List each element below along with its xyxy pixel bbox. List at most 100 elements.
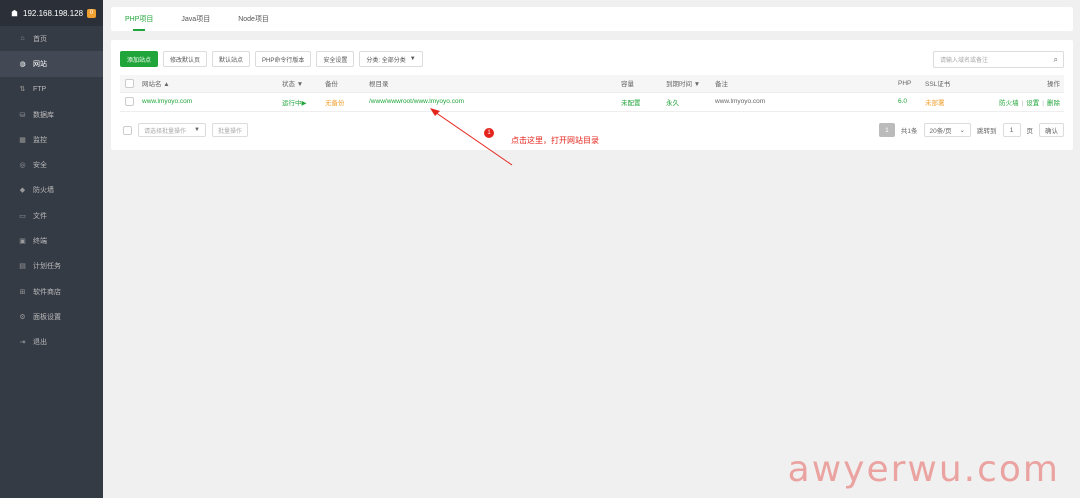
tab-node[interactable]: Node项目 — [224, 7, 283, 31]
category-dropdown[interactable]: 分类: 全部分类 ▼ — [359, 51, 423, 67]
modify-default-page-button[interactable]: 修改默认页 — [163, 51, 208, 67]
sidebar-item-monitor[interactable]: ▦ 监控 — [0, 127, 103, 152]
watermark: awyerwu.com — [787, 449, 1060, 490]
sidebar-item-label: 安全 — [33, 162, 47, 170]
search-placeholder: 请输入域名或备注 — [940, 58, 989, 64]
goto-label: 跳转到 — [977, 128, 997, 135]
logout-icon: ⇥ — [19, 339, 26, 347]
apps-icon: ⊞ — [19, 288, 26, 296]
server-header: 192.168.198.128 0 — [0, 0, 103, 26]
sidebar-item-apps[interactable]: ⊞ 软件商店 — [0, 279, 103, 304]
calendar-icon: ▤ — [19, 263, 26, 271]
sidebar-item-label: 数据库 — [33, 111, 54, 119]
settings-link[interactable]: 设置 — [1026, 100, 1039, 107]
sidebar-item-home[interactable]: ⌂ 首页 — [0, 26, 103, 51]
default-site-button[interactable]: 默认站点 — [212, 51, 251, 67]
sidebar-item-label: 首页 — [33, 35, 47, 43]
sidebar-item-label: 终端 — [33, 238, 47, 246]
sidebar-item-label: 退出 — [33, 339, 47, 347]
chevron-down-icon: ⌄ — [959, 127, 965, 134]
php-cli-version-button[interactable]: PHP命令行版本 — [255, 51, 312, 67]
sidebar-item-logout[interactable]: ⇥ 退出 — [0, 330, 103, 355]
sidebar-item-globe[interactable]: ◍ 网站 — [0, 51, 103, 77]
project-tabs: PHP项目 Java项目 Node项目 — [111, 7, 1073, 31]
sidebar-item-gear[interactable]: ⚙ 面板设置 — [0, 304, 103, 329]
home-icon: ⌂ — [20, 35, 25, 43]
gear-icon: ⚙ — [19, 313, 26, 321]
chevron-down-icon: ▼ — [409, 56, 416, 62]
footer-checkbox[interactable] — [123, 125, 132, 135]
col-backup: 备份 — [325, 75, 369, 93]
backup-status[interactable]: 无备份 — [325, 92, 369, 112]
delete-link[interactable]: 删除 — [1047, 100, 1060, 107]
sidebar-item-ftp[interactable]: ⇅ FTP — [0, 77, 103, 102]
tab-java[interactable]: Java项目 — [167, 7, 224, 31]
sidebar-item-label: 网站 — [33, 60, 47, 68]
col-actions: 操作 — [975, 75, 1064, 93]
annotation-text: 点击这里，打开网站目录 — [511, 136, 599, 145]
col-note: 备注 — [715, 75, 898, 93]
terminal-icon: ▣ — [19, 238, 26, 246]
sidebar: 192.168.198.128 0 ⌂ 首页 ◍ 网站 ⇅ FTP ⛁ 数据库 ▦ 监控 ◎ 安全 ◆ 防… — [0, 0, 103, 498]
per-page-select[interactable]: 20条/页 ⌄ — [923, 123, 971, 137]
site-list-panel: 添加站点 修改默认页 默认站点 PHP命令行版本 安全设置 分类: 全部分类 ▼ … — [111, 40, 1073, 150]
capacity-value[interactable]: 未配置 — [621, 92, 666, 112]
sidebar-item-calendar[interactable]: ▤ 计划任务 — [0, 254, 103, 279]
col-capacity: 容量 — [621, 75, 666, 93]
page-current[interactable]: 1 — [878, 123, 895, 137]
shield-icon: ◎ — [19, 162, 26, 170]
sidebar-item-folder[interactable]: ▭ 文件 — [0, 203, 103, 228]
security-settings-button[interactable]: 安全设置 — [316, 51, 355, 67]
sidebar-item-label: 文件 — [33, 212, 47, 220]
globe-icon: ◍ — [19, 60, 26, 68]
row-actions: 防火墙 | 设置 | 删除 — [975, 92, 1064, 112]
page-unit: 页 — [1026, 128, 1034, 135]
table-row: www.lmyoyo.com 运行中▶ 无备份 /www/wwwroot/www… — [120, 92, 1064, 112]
note-value[interactable]: www.lmyoyo.com — [715, 92, 898, 112]
col-ssl: SSL证书 — [925, 75, 975, 93]
sidebar-item-label: 计划任务 — [33, 263, 61, 271]
col-site-name[interactable]: 网站名 ▲ — [142, 75, 282, 93]
sidebar-item-label: FTP — [33, 85, 47, 93]
folder-icon: ▭ — [19, 212, 26, 220]
ssl-status[interactable]: 未部署 — [925, 92, 975, 112]
row-checkbox[interactable] — [125, 97, 134, 106]
site-link[interactable]: www.lmyoyo.com — [142, 92, 282, 112]
col-expiry[interactable]: 到期时间 ▼ — [666, 75, 715, 93]
annotation-step-badge: 1 — [484, 128, 494, 138]
batch-operation-button[interactable]: 批量操作 — [211, 123, 248, 137]
firewall-link[interactable]: 防火墙 — [999, 100, 1019, 107]
pagination: 1 共1条 20条/页 ⌄ 跳转到 1 页 确认 — [878, 123, 1064, 137]
search-icon[interactable]: ⌕ — [1054, 55, 1058, 65]
status-running[interactable]: 运行中▶ — [282, 92, 325, 112]
sidebar-item-label: 防火墙 — [33, 187, 54, 195]
notification-badge[interactable]: 0 — [87, 8, 97, 18]
sidebar-item-shield[interactable]: ◎ 安全 — [0, 152, 103, 177]
col-status[interactable]: 状态 ▼ — [282, 75, 325, 93]
search-input[interactable]: 请输入域名或备注 ⌕ — [933, 51, 1064, 68]
separator: | — [1042, 99, 1044, 107]
confirm-button[interactable]: 确认 — [1039, 123, 1064, 137]
tab-php[interactable]: PHP项目 — [111, 7, 167, 31]
database-icon: ⛁ — [19, 111, 26, 119]
chevron-down-icon: ▼ — [194, 127, 200, 133]
col-root-dir: 根目录 — [369, 75, 621, 93]
sidebar-item-label: 监控 — [33, 136, 47, 144]
goto-page-input[interactable]: 1 — [1002, 123, 1021, 137]
root-dir-link[interactable]: /www/wwwroot/www.lmyoyo.com — [369, 92, 621, 112]
per-page-label: 20条/页 — [929, 128, 952, 135]
select-all-checkbox[interactable] — [125, 78, 134, 88]
site-table: 网站名 ▲ 状态 ▼ 备份 根目录 容量 到期时间 ▼ 备注 PHP SSL证书… — [120, 75, 1064, 112]
sidebar-item-terminal[interactable]: ▣ 终端 — [0, 228, 103, 253]
php-version[interactable]: 6.0 — [898, 92, 925, 112]
server-logo-icon — [10, 9, 19, 18]
sidebar-item-firewall[interactable]: ◆ 防火墙 — [0, 178, 103, 203]
add-site-button[interactable]: 添加站点 — [120, 51, 159, 67]
sidebar-item-database[interactable]: ⛁ 数据库 — [0, 102, 103, 127]
table-header-row: 网站名 ▲ 状态 ▼ 备份 根目录 容量 到期时间 ▼ 备注 PHP SSL证书… — [120, 75, 1064, 93]
batch-operation-select[interactable]: 请选择批量操作 ▼ — [138, 123, 206, 137]
firewall-icon: ◆ — [19, 187, 26, 195]
category-label: 分类: 全部分类 — [366, 57, 406, 64]
expiry-value[interactable]: 永久 — [666, 92, 715, 112]
col-php: PHP — [898, 75, 925, 93]
